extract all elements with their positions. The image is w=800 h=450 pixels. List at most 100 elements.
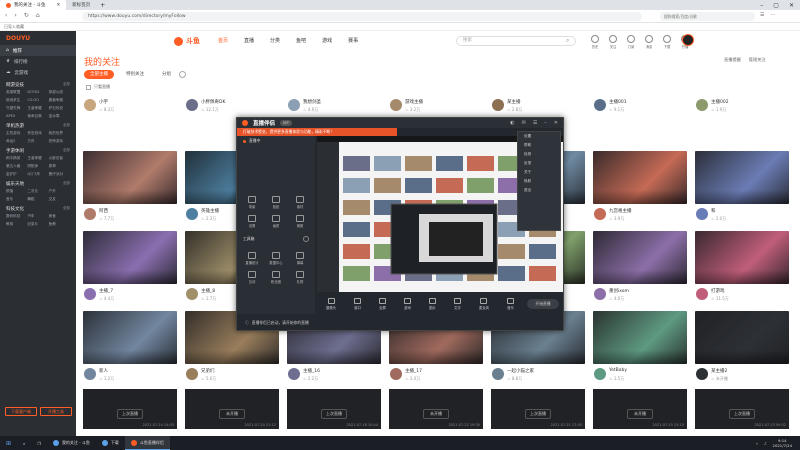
sidebar-category-link[interactable]: 命运2: [6, 139, 27, 144]
streamer-name[interactable]: YetBaby: [609, 368, 627, 373]
sidebar-category-link[interactable]: 逆水寒: [49, 114, 70, 119]
app-notice-banner[interactable]: 打破技术壁垒，提供更多直播体验与功能，精彩不断！: [237, 128, 397, 136]
follow-tab[interactable]: 特别关注: [120, 70, 150, 79]
skin-icon[interactable]: ◐: [510, 120, 514, 126]
tool-button[interactable]: 贴纸: [267, 196, 285, 209]
minimize-icon[interactable]: –: [760, 2, 763, 9]
nav-link[interactable]: 首页: [218, 37, 228, 44]
avatar[interactable]: [492, 99, 504, 111]
offline-card[interactable]: 上次直播 2021-07-24 14:03: [83, 389, 177, 429]
menu-icon[interactable]: ☰: [533, 120, 537, 126]
source-button[interactable]: 音乐: [506, 298, 514, 310]
source-button[interactable]: 文字: [453, 298, 461, 310]
start-live-button[interactable]: 开始直播: [527, 299, 559, 309]
header-icon-button[interactable]: 历史: [591, 35, 599, 49]
stream-card[interactable]: YetBaby ♨ 1.5万: [593, 311, 687, 392]
sidebar-category-link[interactable]: 鱼教: [49, 222, 70, 227]
stream-card[interactable]: 阿西 ♨ 7.7万: [83, 151, 177, 232]
search-input[interactable]: 搜索: [456, 36, 576, 46]
sidebar-category-link[interactable]: 数码科技: [6, 214, 27, 219]
sidebar-category-link[interactable]: 守望先锋: [6, 106, 27, 111]
stream-thumbnail[interactable]: [593, 231, 687, 284]
stream-card[interactable]: 某主播2 ♨ 未开播: [695, 311, 789, 392]
avatar[interactable]: [186, 208, 198, 220]
tool-button[interactable]: 礼物: [291, 271, 309, 284]
menu-item[interactable]: 关于: [518, 168, 560, 177]
streamer-name[interactable]: 九宫格主播: [609, 208, 632, 214]
settings-icon[interactable]: [179, 71, 186, 78]
header-icon-button[interactable]: 下载: [663, 35, 671, 49]
avatar[interactable]: [594, 368, 606, 380]
sidebar-category-link[interactable]: CS:GO: [27, 98, 48, 103]
avatar[interactable]: [186, 99, 198, 111]
reload-icon[interactable]: ↻: [24, 12, 29, 19]
tool-button[interactable]: 互动: [243, 271, 261, 284]
stream-thumbnail[interactable]: [83, 231, 177, 284]
stream-card[interactable]: 主播002 ♨ 1.9万: [695, 95, 789, 123]
back-icon[interactable]: ‹: [5, 12, 7, 19]
menu-item[interactable]: 反馈: [518, 159, 560, 168]
nav-link[interactable]: 赛事: [348, 37, 358, 44]
sidebar-category-link[interactable]: 舞蹈: [27, 197, 48, 202]
streamer-name[interactable]: 某主播: [507, 99, 521, 105]
offline-card[interactable]: 上次直播 2021-07-18 10:44: [287, 389, 381, 429]
sidebar-category-link[interactable]: 使命召唤: [27, 114, 48, 119]
section-more-link[interactable]: 全部: [63, 123, 70, 131]
streamer-name[interactable]: 小胖佩奇DK: [201, 99, 225, 105]
only-live-toggle[interactable]: 只看直播: [86, 84, 110, 90]
tool-button[interactable]: 场景: [243, 196, 261, 209]
stream-thumbnail[interactable]: [593, 151, 687, 204]
stream-card[interactable]: 重创ixom ♨ 4.0万: [593, 231, 687, 312]
avatar[interactable]: [84, 288, 96, 300]
minimize-icon[interactable]: –: [544, 120, 547, 126]
source-button[interactable]: 摄像头: [326, 298, 336, 310]
sidebar-category-link[interactable]: 原神: [49, 164, 70, 169]
sidebar-link-recommend[interactable]: ⌂ 推荐: [0, 45, 76, 56]
sidebar-category-link[interactable]: 交友: [49, 197, 70, 202]
streamer-name[interactable]: 新人: [99, 368, 108, 374]
stream-thumbnail[interactable]: [83, 151, 177, 204]
url-field[interactable]: https://www.douyu.com/directory/myFollow: [82, 12, 642, 21]
sidebar-category-link[interactable]: APEX: [6, 114, 27, 119]
menu-item[interactable]: 帮助: [518, 141, 560, 150]
stream-card[interactable]: 打游戏 ♨ 11.5万: [695, 231, 789, 312]
sidebar-link-rank[interactable]: ♛ 排行榜: [0, 56, 76, 67]
avatar[interactable]: [390, 368, 402, 380]
source-button[interactable]: 图片: [428, 298, 436, 310]
site-logo[interactable]: 斗鱼: [174, 36, 200, 46]
avatar[interactable]: [696, 99, 708, 111]
sidebar-category-link[interactable]: 颜值: [6, 189, 27, 194]
stream-thumbnail[interactable]: [593, 311, 687, 364]
refresh-icon[interactable]: [303, 236, 309, 242]
stream-card[interactable]: 和 ♨ 2.0万: [695, 151, 789, 232]
sidebar-category-link[interactable]: 绝地求生: [6, 98, 27, 103]
browser-tab-new[interactable]: 新标签页: [66, 0, 96, 10]
sidebar-category-link[interactable]: 穿越火线: [49, 90, 70, 95]
section-more-link[interactable]: 全部: [63, 82, 70, 90]
sidebar-category-link[interactable]: QQ飞车: [27, 172, 48, 177]
browser-tab-active[interactable]: 我的关注 - 斗鱼 ✕: [0, 0, 67, 10]
stream-thumbnail[interactable]: [695, 151, 789, 204]
stream-card[interactable]: 新人 ♨ 1.2万: [83, 311, 177, 392]
streamer-name[interactable]: 英雄主播: [201, 208, 219, 214]
sidebar-category-link[interactable]: 炉石传说: [49, 106, 70, 111]
avatar[interactable]: [186, 288, 198, 300]
sidebar-section-title[interactable]: 网游竞技 全部: [0, 82, 76, 90]
menu-item[interactable]: 检测: [518, 150, 560, 159]
section-more-link[interactable]: 全部: [63, 148, 70, 156]
volume-icon[interactable]: ♪: [764, 441, 766, 446]
home-icon[interactable]: ⌂: [36, 12, 40, 19]
task-view-icon[interactable]: ❐: [31, 436, 47, 450]
source-button[interactable]: 窗口: [354, 298, 362, 310]
sidebar-category-link[interactable]: 英雄联盟: [6, 90, 27, 95]
avatar[interactable]: [288, 368, 300, 380]
taskbar-app[interactable]: 我的关注 - 斗鱼: [47, 436, 96, 450]
tool-button[interactable]: 设置: [243, 215, 261, 228]
forward-icon[interactable]: ›: [14, 12, 16, 19]
new-tab-icon[interactable]: +: [100, 2, 105, 9]
nav-link[interactable]: 游戏: [322, 37, 332, 44]
sidebar-section-title[interactable]: 手游休闲 全部: [0, 148, 76, 156]
mail-icon[interactable]: ✉: [522, 120, 526, 126]
streamer-name[interactable]: 重创ixom: [609, 288, 629, 294]
offline-card[interactable]: 未开播 2021-07-22 19:30: [389, 389, 483, 429]
